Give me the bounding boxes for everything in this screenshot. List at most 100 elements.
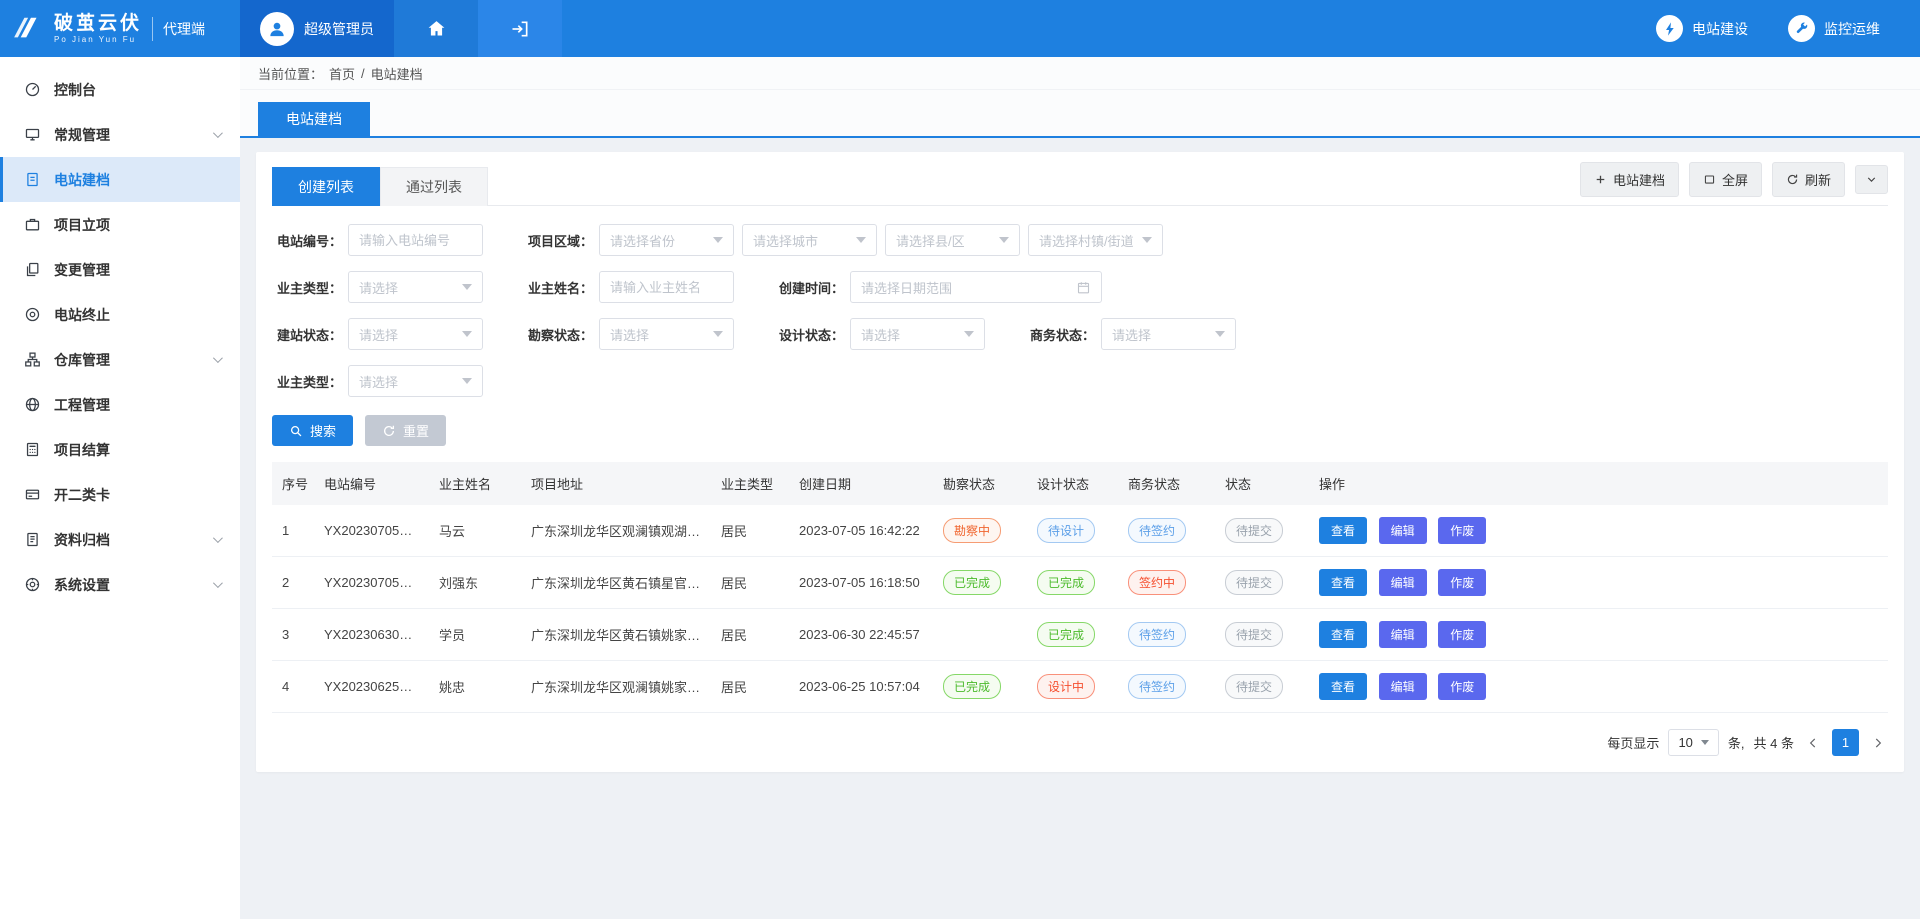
page-tab-bar: 电站建档 <box>240 90 1920 138</box>
prev-page-button[interactable] <box>1803 736 1823 750</box>
nav-monitor-ops[interactable]: 监控运维 <box>1788 0 1880 57</box>
filter-label: 建站状态： <box>272 325 342 344</box>
filter-actions: 搜索 重置 <box>272 415 1888 446</box>
date-range-input[interactable]: 请选择日期范围 <box>850 271 1102 303</box>
filter-owner-type-2: 业主类型： 请选择 <box>272 365 483 397</box>
void-button[interactable]: 作废 <box>1438 673 1486 700</box>
view-button[interactable]: 查看 <box>1319 517 1367 544</box>
edit-button[interactable]: 编辑 <box>1379 517 1427 544</box>
status-badge: 待提交 <box>1225 622 1283 647</box>
search-button[interactable]: 搜索 <box>272 415 353 446</box>
col-header-survey: 勘察状态 <box>933 462 1027 505</box>
edit-button[interactable]: 编辑 <box>1379 673 1427 700</box>
col-header-business: 商务状态 <box>1118 462 1215 505</box>
sidebar-item-type2-card[interactable]: 开二类卡 <box>0 472 240 517</box>
city-select[interactable]: 请选择城市 <box>742 224 877 256</box>
cell-owner-type: 居民 <box>711 609 789 661</box>
sidebar-item-data-archive[interactable]: 资料归档 <box>0 517 240 562</box>
district-select[interactable]: 请选择县/区 <box>885 224 1020 256</box>
cell-actions: 查看 编辑 作废 <box>1309 505 1888 557</box>
status-badge: 待提交 <box>1225 570 1283 595</box>
sidebar-item-station-termination[interactable]: 电站终止 <box>0 292 240 337</box>
design-status-badge: 已完成 <box>1037 622 1095 647</box>
tab-create-list[interactable]: 创建列表 <box>272 167 380 206</box>
logout-button[interactable] <box>478 0 562 57</box>
filter-label: 项目区域： <box>523 231 593 250</box>
view-button[interactable]: 查看 <box>1319 673 1367 700</box>
tab-passed-list[interactable]: 通过列表 <box>380 167 488 206</box>
refresh-button[interactable]: 刷新 <box>1772 162 1845 197</box>
edit-button[interactable]: 编辑 <box>1379 621 1427 648</box>
select-value: 请选择 <box>359 325 398 344</box>
sidebar-item-warehouse-mgmt[interactable]: 仓库管理 <box>0 337 240 382</box>
sidebar-item-general-mgmt[interactable]: 常规管理 <box>0 112 240 157</box>
sidebar-item-system-settings[interactable]: 系统设置 <box>0 562 240 607</box>
owner-type-select[interactable]: 请选择 <box>348 271 483 303</box>
filter-design-status: 设计状态： 请选择 <box>774 318 985 350</box>
reset-icon <box>382 424 396 438</box>
build-status-select[interactable]: 请选择 <box>348 318 483 350</box>
date-placeholder: 请选择日期范围 <box>861 278 952 297</box>
void-button[interactable]: 作废 <box>1438 621 1486 648</box>
chevron-down-icon <box>213 578 223 588</box>
next-page-button[interactable] <box>1868 736 1888 750</box>
page-size-select[interactable]: 10 <box>1668 729 1718 756</box>
sidebar-item-project-approval[interactable]: 项目立项 <box>0 202 240 247</box>
calculator-icon <box>23 441 41 458</box>
filter-build-status: 建站状态： 请选择 <box>272 318 483 350</box>
sidebar-item-label: 工程管理 <box>54 395 110 415</box>
owner-name-input[interactable] <box>599 271 734 303</box>
document-icon <box>23 171 41 188</box>
select-value: 请选择省份 <box>610 231 675 250</box>
settings-icon <box>23 576 41 593</box>
user-avatar-icon <box>260 12 294 46</box>
fullscreen-button[interactable]: 全屏 <box>1689 162 1762 197</box>
chevron-down-icon <box>964 331 974 337</box>
sidebar-item-change-mgmt[interactable]: 变更管理 <box>0 247 240 292</box>
sidebar-item-console[interactable]: 控制台 <box>0 67 240 112</box>
cell-address: 广东深圳龙华区观澜镇姚家庄... <box>521 661 711 713</box>
filter-label: 创建时间： <box>774 278 844 297</box>
create-station-button[interactable]: 电站建档 <box>1580 162 1679 197</box>
edit-button[interactable]: 编辑 <box>1379 569 1427 596</box>
business-status-select[interactable]: 请选择 <box>1101 318 1236 350</box>
select-value: 请选择 <box>359 278 398 297</box>
current-page-button[interactable]: 1 <box>1832 729 1859 756</box>
total-label: 共 4 条 <box>1754 733 1794 752</box>
collapse-button[interactable] <box>1855 165 1888 194</box>
chevron-down-icon <box>999 237 1009 243</box>
monitor-icon <box>23 126 41 143</box>
sidebar-item-project-settlement[interactable]: 项目结算 <box>0 427 240 472</box>
breadcrumb: 当前位置： 首页 / 电站建档 <box>240 57 1920 90</box>
select-value: 请选择村镇/街道 <box>1039 231 1134 250</box>
station-no-input[interactable] <box>348 224 483 256</box>
view-button[interactable]: 查看 <box>1319 621 1367 648</box>
owner-type-2-select[interactable]: 请选择 <box>348 365 483 397</box>
status-badge: 待提交 <box>1225 674 1283 699</box>
user-menu[interactable]: 超级管理员 <box>240 0 394 57</box>
filter-label: 业主类型： <box>272 278 342 297</box>
sidebar-item-engineering-mgmt[interactable]: 工程管理 <box>0 382 240 427</box>
chevron-down-icon <box>1701 740 1709 745</box>
reset-button[interactable]: 重置 <box>365 415 446 446</box>
col-header-owner-type: 业主类型 <box>711 462 789 505</box>
content-area: 当前位置： 首页 / 电站建档 电站建档 创建列表 通过列表 <box>240 57 1920 919</box>
design-status-select[interactable]: 请选择 <box>850 318 985 350</box>
survey-status-select[interactable]: 请选择 <box>599 318 734 350</box>
header-spacer <box>562 0 1656 57</box>
page-tab-station-archive[interactable]: 电站建档 <box>258 102 370 136</box>
sidebar-item-label: 开二类卡 <box>54 485 110 505</box>
breadcrumb-home[interactable]: 首页 <box>329 64 355 83</box>
list-tabs: 创建列表 通过列表 电站建档 全屏 <box>272 162 1888 206</box>
town-select[interactable]: 请选择村镇/街道 <box>1028 224 1163 256</box>
view-button[interactable]: 查看 <box>1319 569 1367 596</box>
button-label: 重置 <box>403 421 429 440</box>
button-label: 电站建档 <box>1613 170 1665 189</box>
home-button[interactable] <box>394 0 478 57</box>
void-button[interactable]: 作废 <box>1438 569 1486 596</box>
nav-station-build[interactable]: 电站建设 <box>1656 0 1748 57</box>
cell-created: 2023-07-05 16:18:50 <box>789 557 933 609</box>
province-select[interactable]: 请选择省份 <box>599 224 734 256</box>
void-button[interactable]: 作废 <box>1438 517 1486 544</box>
sidebar-item-station-archive[interactable]: 电站建档 <box>0 157 240 202</box>
